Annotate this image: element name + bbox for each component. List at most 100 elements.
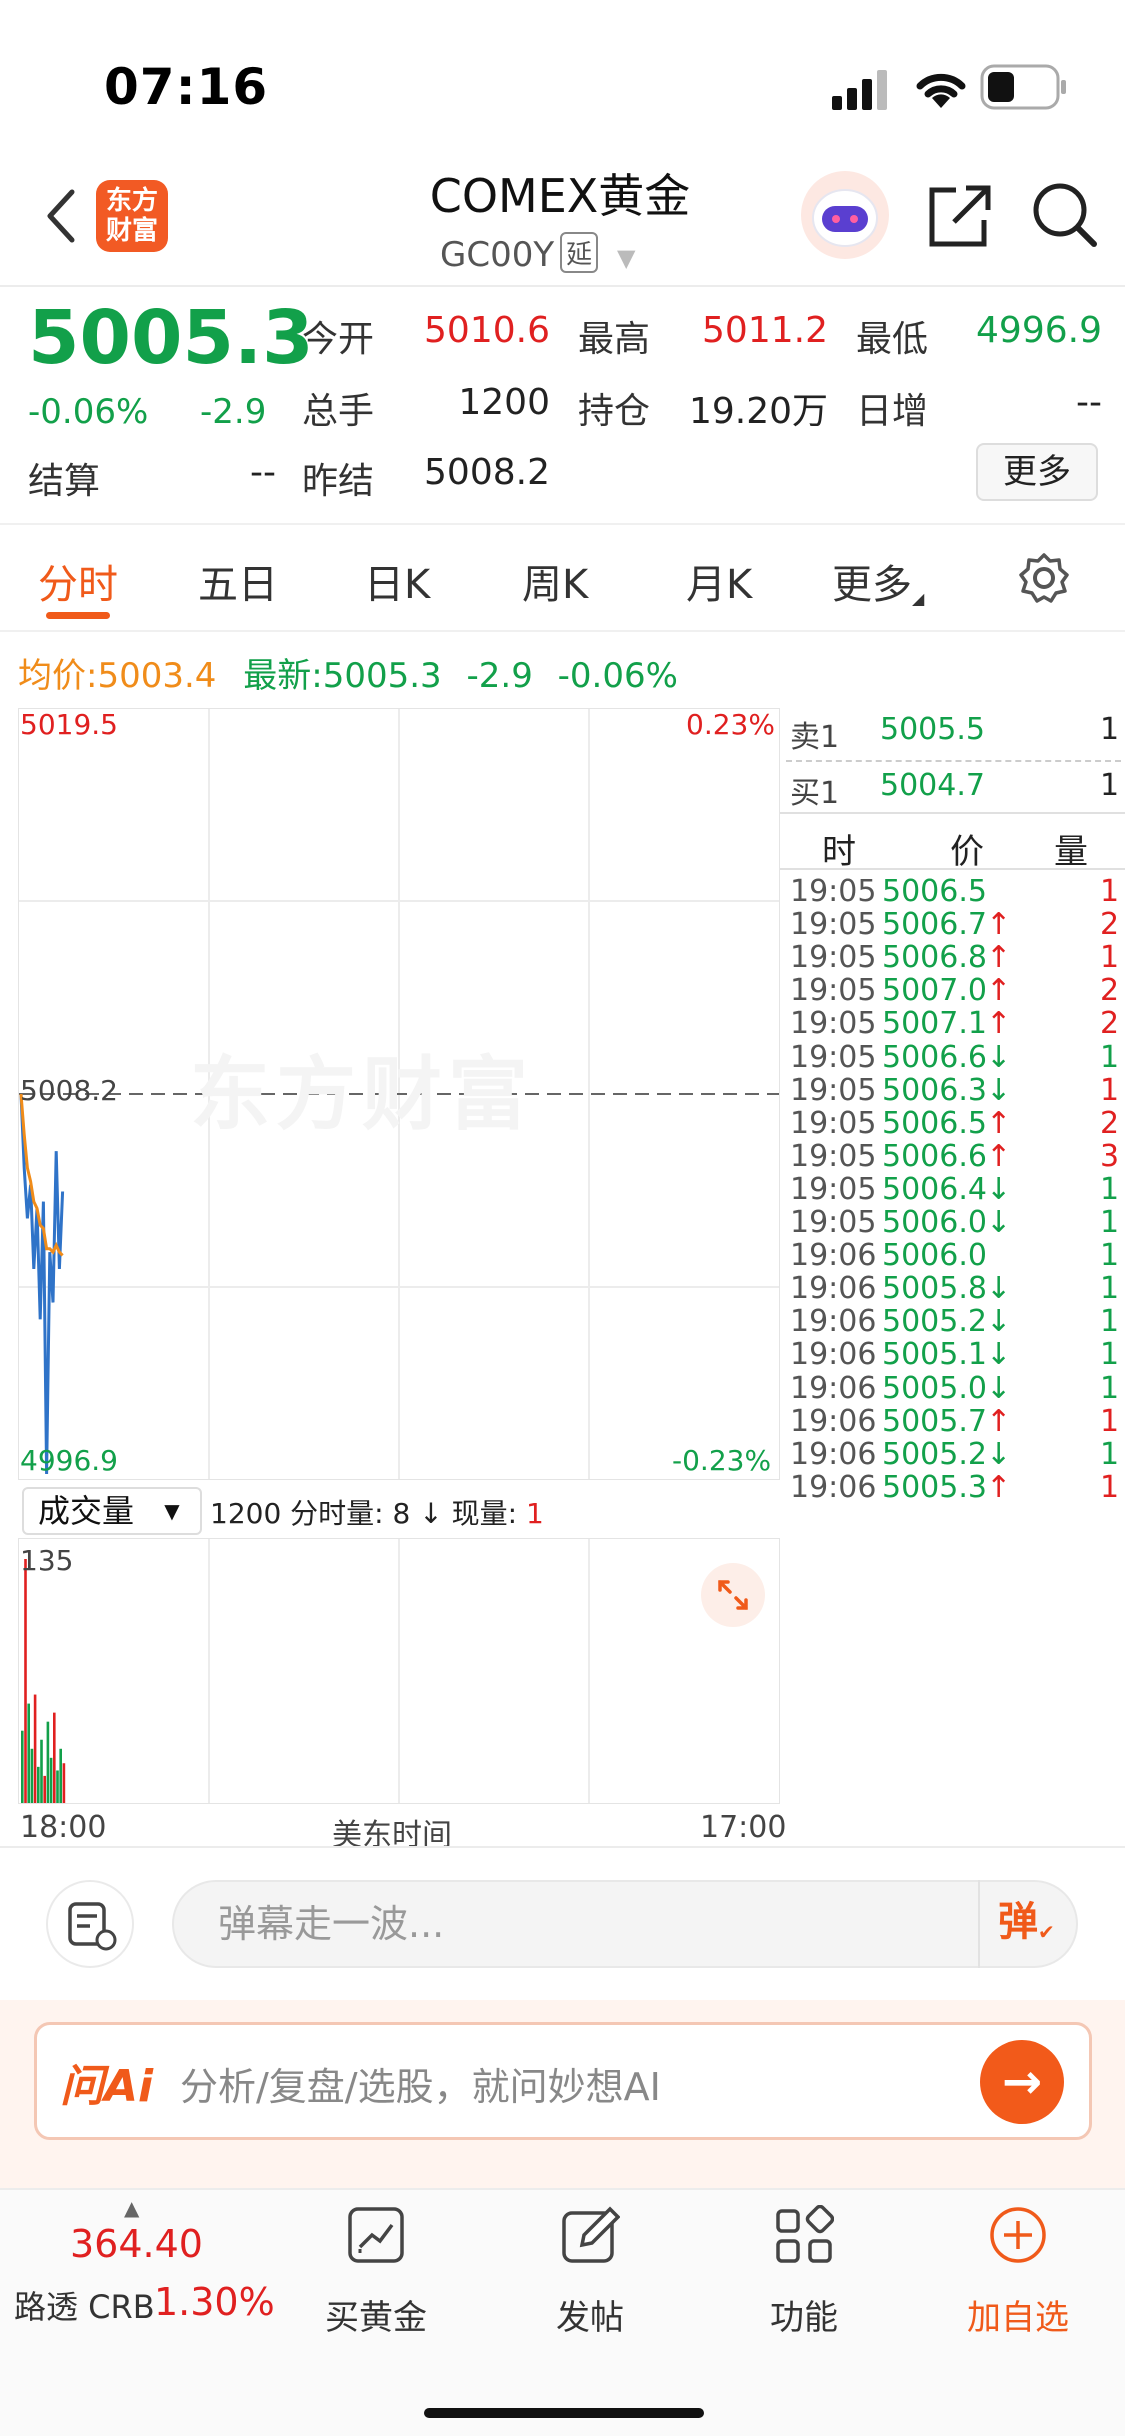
prev-settle-label: 昨结	[302, 461, 375, 502]
tick-price: 5005.7	[882, 1403, 987, 1439]
robot-avatar-icon[interactable]	[800, 170, 890, 260]
comment-list-button[interactable]	[46, 1880, 134, 1968]
tick-qty: 1	[1100, 1039, 1120, 1075]
tick-time: 19:06	[790, 1436, 877, 1472]
tick-time: 19:06	[790, 1304, 877, 1340]
ask-qty: 1	[1100, 712, 1120, 747]
tick-qty: 1	[1100, 1205, 1120, 1240]
high-label: 最高	[578, 319, 651, 360]
volume-chart[interactable]	[18, 1538, 780, 1804]
more-quote-button[interactable]: 更多	[976, 443, 1098, 501]
tick-row: 19:06 5005.3 ↑ 1	[786, 1470, 1121, 1521]
tick-price: 5006.8	[882, 940, 987, 976]
volume-bar	[53, 1712, 56, 1803]
bid-label: 买1	[790, 776, 840, 811]
danmu-input[interactable]: 弹幕走一波...	[172, 1880, 1078, 1968]
tick-qty: 1	[1100, 1469, 1120, 1505]
ai-input[interactable]: 分析/复盘/选股，就问妙想AI	[180, 2056, 661, 2111]
y-top-pct: 0.23%	[686, 708, 775, 741]
orderbook-dashed-divider	[786, 760, 1121, 762]
back-icon[interactable]	[40, 186, 80, 246]
share-icon[interactable]	[926, 180, 992, 250]
arrow-up-icon: ↑	[986, 1403, 1012, 1439]
tick-price: 5006.7	[882, 907, 987, 943]
dropdown-triangle-icon: ▼	[164, 1499, 180, 1523]
tab-intraday[interactable]: 分时	[38, 552, 118, 610]
tab-monthly-k[interactable]: 月K	[686, 552, 752, 610]
col-qty: 量	[1054, 832, 1088, 872]
avg-value: 5003.4	[97, 656, 217, 696]
functions-button[interactable]: 功能	[724, 2290, 884, 2339]
tick-qty: 2	[1100, 1006, 1120, 1042]
tick-time: 19:05	[790, 1006, 877, 1042]
app-logo: 东方 财富	[96, 180, 168, 252]
tick-qty: 2	[1100, 907, 1120, 943]
volume-bar	[30, 1748, 34, 1803]
tab-daily-k[interactable]: 日K	[364, 552, 430, 610]
bid-price: 5004.7	[880, 768, 985, 803]
tick-qty: 1	[1100, 874, 1120, 909]
high-value: 5011.2	[702, 310, 828, 351]
volume-info: 1200 分时量: 8 ↓ 现量: 1	[210, 1492, 544, 1532]
nav-divider	[0, 285, 1125, 287]
indicator-select[interactable]: 成交量 ▼	[22, 1487, 202, 1535]
latest-value: 5005.3	[322, 656, 442, 696]
expand-icon[interactable]	[700, 1562, 766, 1628]
chart-bottom-divider	[0, 1846, 1125, 1848]
index-value[interactable]: 364.40	[70, 2222, 203, 2266]
low-value: 4996.9	[976, 310, 1102, 351]
settings-gear-icon[interactable]	[1018, 552, 1070, 604]
post-button[interactable]: 发帖	[510, 2290, 670, 2339]
volume-now: 1	[525, 1497, 544, 1530]
daily-inc-value: --	[1076, 382, 1102, 423]
quote-divider	[0, 523, 1125, 525]
arrow-down-icon: ↓	[986, 1039, 1012, 1075]
arrow-down-icon: ↓	[986, 1072, 1012, 1108]
add-watchlist-icon[interactable]	[988, 2205, 1048, 2265]
tick-qty: 1	[1100, 1238, 1120, 1274]
danmu-toggle-button[interactable]: 弹✔	[978, 1880, 1078, 1968]
arrow-down-icon: ↓	[986, 1171, 1012, 1207]
arrow-right-icon: →	[1001, 2054, 1043, 2110]
index-pct[interactable]: 1.30%	[154, 2280, 275, 2324]
add-watchlist-button[interactable]: 加自选	[938, 2290, 1098, 2339]
tick-time: 19:05	[790, 1105, 877, 1141]
tick-price: 5006.5	[882, 1105, 987, 1141]
tick-time: 19:05	[790, 940, 877, 976]
buy-gold-chart-icon[interactable]	[346, 2205, 406, 2265]
ai-submit-button[interactable]: →	[980, 2040, 1064, 2124]
index-name[interactable]: 路透 CRB	[14, 2282, 155, 2328]
tick-time: 19:06	[790, 1403, 877, 1439]
ask-row: 卖1 5005.5 1	[786, 712, 1121, 762]
tab-five-day[interactable]: 五日	[198, 552, 278, 610]
tick-price: 5006.6	[882, 1138, 987, 1174]
volume-value: 1200	[458, 382, 550, 423]
tick-time: 19:05	[790, 1138, 877, 1174]
tab-more[interactable]: 更多◢	[832, 552, 924, 610]
tick-qty: 1	[1100, 1304, 1120, 1340]
arrow-down-icon: ↓	[986, 1337, 1012, 1373]
tick-qty: 2	[1100, 1105, 1120, 1141]
volume-bar	[56, 1770, 59, 1803]
home-indicator	[424, 2408, 704, 2418]
low-label: 最低	[856, 319, 929, 360]
search-icon[interactable]	[1030, 180, 1100, 250]
position-label: 持仓	[578, 391, 651, 432]
tick-time: 19:05	[790, 874, 877, 909]
functions-grid-icon[interactable]	[774, 2205, 834, 2265]
col-price: 价	[950, 832, 984, 872]
tab-more-label: 更多	[832, 562, 912, 608]
tick-time: 19:05	[790, 973, 877, 1009]
tick-time: 19:05	[790, 1039, 877, 1075]
tick-price: 5005.0	[882, 1370, 987, 1406]
tab-active-indicator	[46, 612, 110, 619]
open-value: 5010.6	[424, 310, 550, 351]
tab-weekly-k[interactable]: 周K	[522, 552, 588, 610]
buy-gold-button[interactable]: 买黄金	[296, 2290, 456, 2339]
tick-qty: 3	[1100, 1138, 1120, 1174]
contract-code[interactable]: GC00Y 延 ▼	[440, 232, 635, 275]
tick-time: 19:05	[790, 1205, 877, 1240]
post-edit-icon[interactable]	[560, 2205, 620, 2265]
open-label: 今开	[302, 319, 375, 360]
check-badge-icon: ✔	[1038, 1920, 1055, 1944]
